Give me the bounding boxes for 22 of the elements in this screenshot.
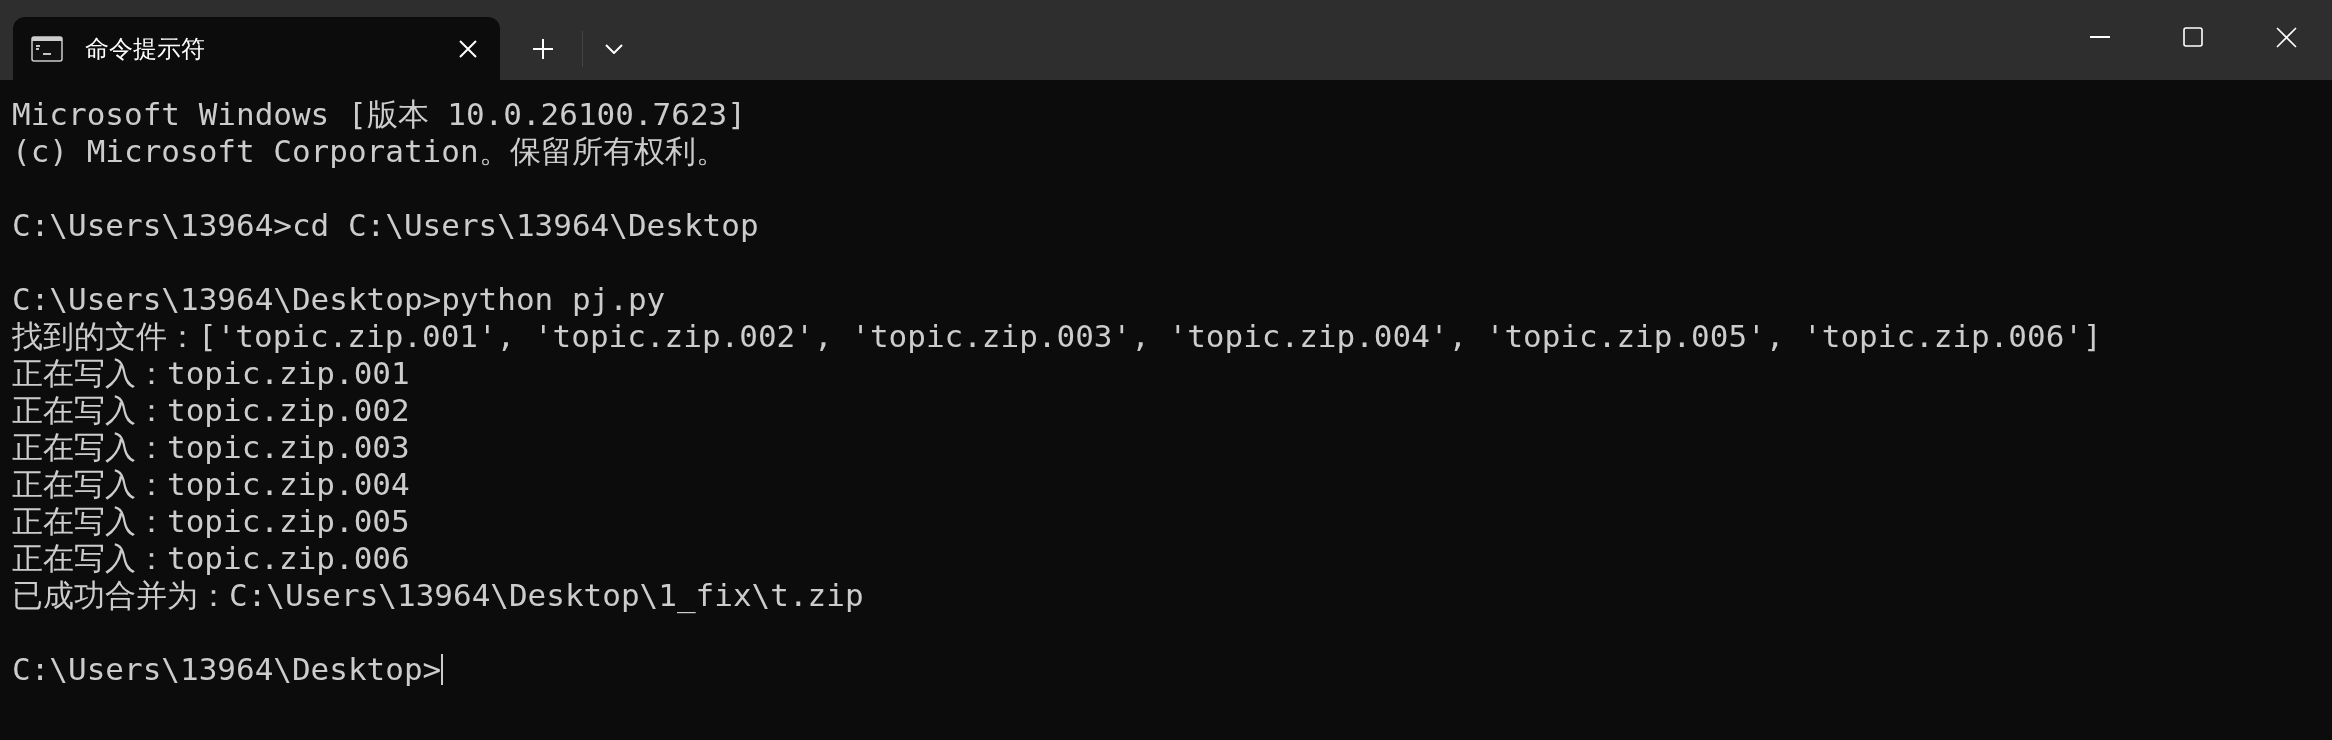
- output-line: 正在写入：topic.zip.005: [12, 503, 410, 540]
- output-line: Microsoft Windows [版本 10.0.26100.7623]: [12, 96, 746, 133]
- output-line: 正在写入：topic.zip.002: [12, 392, 410, 429]
- chevron-down-icon[interactable]: [605, 43, 623, 54]
- output-line: 正在写入：topic.zip.006: [12, 540, 410, 577]
- prompt-line: C:\Users\13964\Desktop>: [12, 651, 442, 688]
- output-line: (c) Microsoft Corporation。保留所有权利。: [12, 133, 727, 170]
- maximize-icon[interactable]: [2183, 27, 2203, 47]
- text-cursor: [441, 654, 444, 685]
- output-line: 正在写入：topic.zip.003: [12, 429, 410, 466]
- output-line: C:\Users\13964>cd C:\Users\13964\Desktop: [12, 207, 759, 244]
- terminal-tab[interactable]: 命令提示符: [13, 17, 500, 80]
- tab-title: 命令提示符: [85, 33, 206, 64]
- close-icon[interactable]: [2276, 26, 2297, 48]
- output-line: 已成功合并为：C:\Users\13964\Desktop\1_fix\t.zip: [12, 577, 864, 614]
- add-icon[interactable]: [532, 37, 554, 60]
- output-line: 正在写入：topic.zip.004: [12, 466, 410, 503]
- output-line: 找到的文件：['topic.zip.001', 'topic.zip.002', 'topic.zip.003', 'topic.zip.004', 'topic.zip.005', 'topic.zip.006']: [12, 318, 2102, 355]
- close-icon[interactable]: [458, 38, 478, 59]
- output-line: C:\Users\13964\Desktop>python pj.py: [12, 281, 666, 318]
- output-line: 正在写入：topic.zip.001: [12, 355, 410, 392]
- terminal-icon: [31, 35, 63, 62]
